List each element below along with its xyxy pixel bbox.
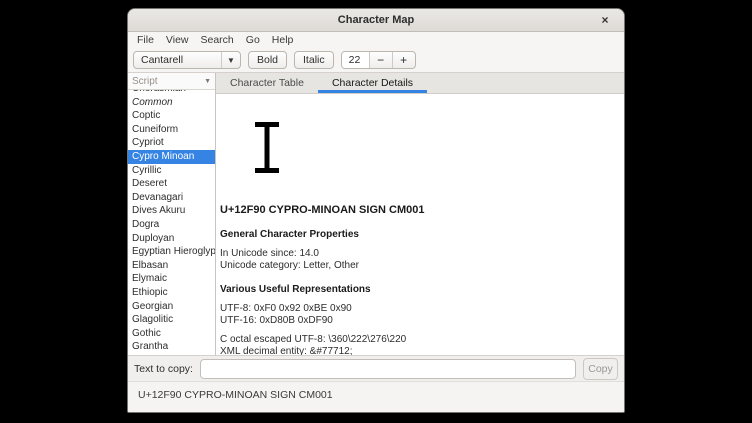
script-list-item[interactable]: Duployan (128, 232, 215, 246)
chevron-down-icon: ▼ (221, 52, 240, 68)
menu-go[interactable]: Go (240, 32, 266, 48)
statusbar: U+12F90 CYPRO-MINOAN SIGN CM001 (128, 381, 624, 412)
window-title: Character Map (338, 14, 414, 26)
utf16-line: UTF-16: 0xD80B 0xDF90 (220, 315, 624, 327)
font-family-value: Cantarell (134, 54, 221, 66)
script-list-item[interactable]: Dogra (128, 218, 215, 232)
script-list[interactable]: ChorasmianCommonCopticCuneiformCypriotCy… (128, 90, 215, 355)
script-list-item[interactable]: Common (128, 96, 215, 110)
tabbar: Character Table Character Details (216, 73, 624, 94)
script-list-item[interactable]: Glagolitic (128, 313, 215, 327)
script-sidebar: Script ▼ ChorasmianCommonCopticCuneiform… (128, 73, 216, 355)
xml-entity-line: XML decimal entity: &#77712; (220, 346, 624, 356)
escape-lines: C octal escaped UTF-8: \360\222\276\220 … (220, 334, 624, 355)
copy-button[interactable]: Copy (583, 358, 618, 380)
unicode-since-line: In Unicode since: 14.0 (220, 248, 624, 260)
general-properties-title: General Character Properties (220, 229, 624, 240)
script-list-item[interactable]: Ethiopic (128, 286, 215, 300)
status-text: U+12F90 CYPRO-MINOAN SIGN CM001 (138, 389, 333, 401)
character-heading: U+12F90 CYPRO-MINOAN SIGN CM001 (220, 204, 624, 216)
toolbar: Cantarell ▼ Bold Italic 22 − + (128, 48, 624, 73)
copy-bar: Text to copy: Copy (128, 355, 624, 381)
script-list-item[interactable]: Dives Akuru (128, 204, 215, 218)
cypro-minoan-sign-cm001-glyph (255, 122, 279, 173)
script-list-item[interactable]: Devanagari (128, 191, 215, 205)
close-icon[interactable]: × (597, 12, 613, 28)
tab-character-table[interactable]: Character Table (216, 73, 318, 93)
unicode-category-line: Unicode category: Letter, Other (220, 260, 624, 272)
script-list-items: ChorasmianCommonCopticCuneiformCypriotCy… (128, 90, 215, 354)
script-list-item[interactable]: Deseret (128, 177, 215, 191)
script-list-item[interactable]: Cuneiform (128, 123, 215, 137)
utf8-line: UTF-8: 0xF0 0x92 0xBE 0x90 (220, 303, 624, 315)
tab-character-details[interactable]: Character Details (318, 73, 427, 93)
font-size-spinner: 22 − + (341, 51, 416, 69)
menubar: File View Search Go Help (128, 32, 624, 48)
script-list-item[interactable]: Elbasan (128, 259, 215, 273)
script-list-item[interactable]: Georgian (128, 300, 215, 314)
menu-view[interactable]: View (160, 32, 195, 48)
script-list-item[interactable]: Cypriot (128, 136, 215, 150)
chevron-down-icon: ▼ (204, 78, 211, 85)
script-view-selector[interactable]: Script ▼ (128, 73, 215, 90)
decrease-font-size-button[interactable]: − (369, 52, 392, 68)
character-map-window: Character Map × File View Search Go Help… (127, 8, 625, 413)
script-list-item[interactable]: Grantha (128, 340, 215, 354)
font-family-combo[interactable]: Cantarell ▼ (133, 51, 241, 69)
script-list-item[interactable]: Elymaic (128, 272, 215, 286)
increase-font-size-button[interactable]: + (392, 52, 415, 68)
character-pane: Character Table Character Details U+12F9… (216, 73, 624, 355)
italic-button[interactable]: Italic (294, 51, 334, 69)
script-list-item[interactable]: Gothic (128, 327, 215, 341)
character-details-panel: U+12F90 CYPRO-MINOAN SIGN CM001 General … (216, 94, 624, 355)
script-list-item[interactable]: Coptic (128, 109, 215, 123)
script-list-item[interactable]: Egyptian Hieroglyphs (128, 245, 215, 259)
c-octal-line: C octal escaped UTF-8: \360\222\276\220 (220, 334, 624, 346)
bold-button[interactable]: Bold (248, 51, 287, 69)
text-to-copy-label: Text to copy: (134, 363, 193, 375)
general-properties-lines: In Unicode since: 14.0 Unicode category:… (220, 248, 624, 271)
utf-lines: UTF-8: 0xF0 0x92 0xBE 0x90 UTF-16: 0xD80… (220, 303, 624, 326)
content-area: Script ▼ ChorasmianCommonCopticCuneiform… (128, 73, 624, 355)
text-to-copy-input[interactable] (200, 359, 576, 379)
menu-file[interactable]: File (131, 32, 160, 48)
font-size-value[interactable]: 22 (342, 52, 369, 68)
menu-search[interactable]: Search (195, 32, 240, 48)
script-list-item[interactable]: Cypro Minoan (128, 150, 215, 164)
menu-help[interactable]: Help (266, 32, 300, 48)
representations-title: Various Useful Representations (220, 284, 624, 295)
titlebar[interactable]: Character Map × (128, 9, 624, 32)
script-list-item[interactable]: Cyrillic (128, 164, 215, 178)
script-header-label: Script (132, 76, 204, 87)
